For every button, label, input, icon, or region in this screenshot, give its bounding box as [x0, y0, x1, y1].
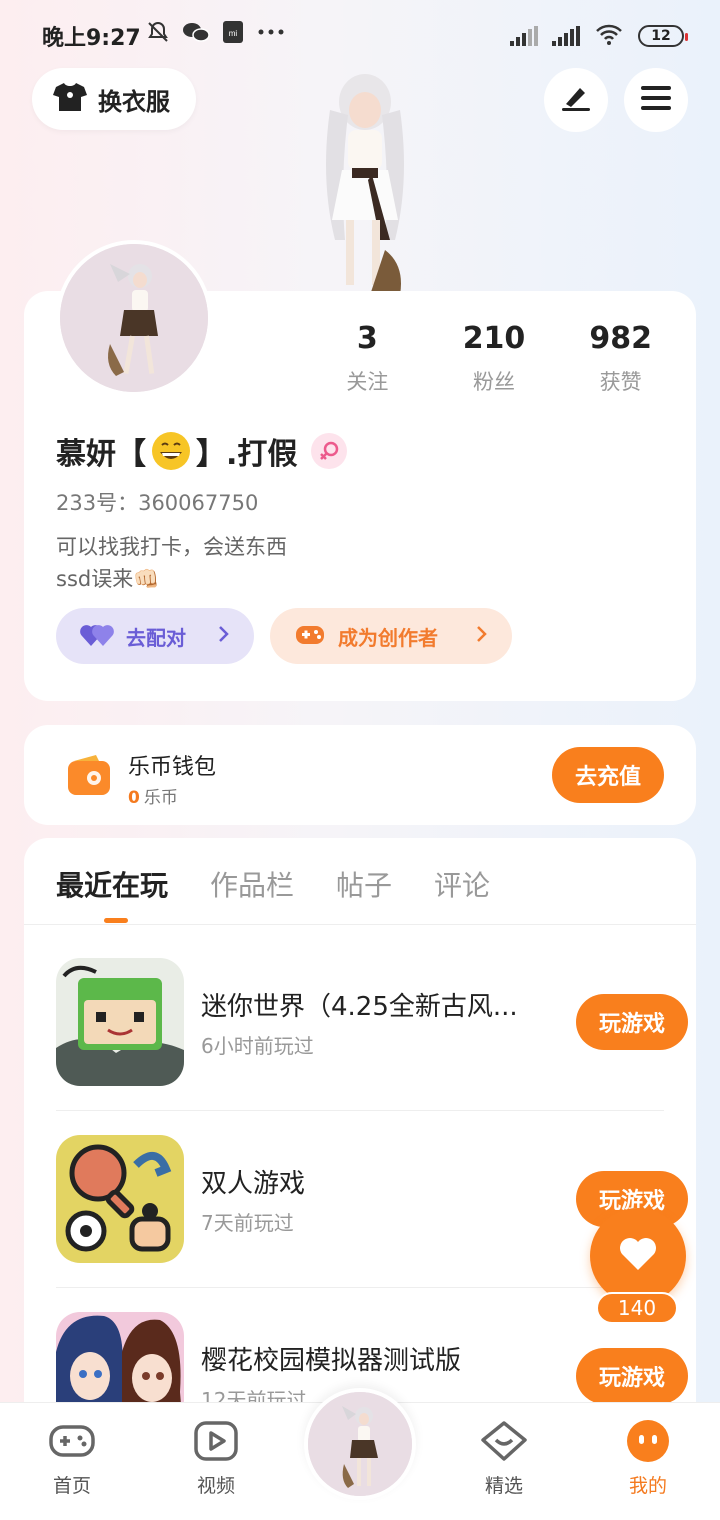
tab-recently-played[interactable]: 最近在玩: [56, 864, 168, 904]
grinning-emoji-icon: [152, 432, 190, 470]
svg-text:mi: mi: [229, 29, 238, 38]
wallet-balance-unit: 乐币: [143, 788, 178, 808]
play-video-icon: [192, 1419, 240, 1463]
game-title: 迷你世界（4.25全新古风...: [201, 992, 518, 1022]
status-bar: 晚上9:27 mi 12: [0, 0, 720, 70]
nav-label: 我的: [628, 1475, 667, 1497]
nav-mine[interactable]: 我的: [600, 1419, 696, 1498]
chevron-right-icon: [476, 624, 488, 649]
game-title: 双人游戏: [201, 1169, 306, 1199]
edit-profile-button[interactable]: [544, 68, 608, 132]
nav-label: 首页: [52, 1475, 91, 1497]
go-pair-button[interactable]: 去配对: [56, 608, 254, 664]
change-outfit-label: 换衣服: [98, 87, 170, 116]
wifi-icon: [594, 22, 624, 50]
stat-label: 获赞: [599, 370, 642, 394]
two-player-game-icon: [56, 1135, 184, 1263]
wallet-card[interactable]: 乐币钱包 0 乐币 去充值: [24, 725, 696, 825]
divider: [56, 1110, 664, 1111]
signal-icon: [552, 26, 580, 46]
wechat-icon: [182, 20, 210, 49]
stat-value: 210: [462, 321, 526, 356]
nav-center-avatar[interactable]: [304, 1388, 416, 1500]
nav-label: 精选: [484, 1475, 523, 1497]
stat-followers[interactable]: 210 粉丝: [431, 321, 558, 396]
stat-following[interactable]: 3 关注: [304, 321, 431, 396]
hamburger-menu-icon: [640, 85, 672, 115]
bio: 可以找我打卡，会送东西 ssd误来👊🏻: [56, 531, 287, 595]
wallet-balance-value: 0: [128, 788, 140, 808]
heart-icon: [618, 1236, 658, 1276]
avatar-character-image[interactable]: [290, 70, 440, 295]
play-game-button[interactable]: 玩游戏: [576, 994, 688, 1050]
stat-label: 粉丝: [473, 370, 515, 394]
game-title: 樱花校园模拟器测试版: [201, 1346, 462, 1376]
profile-stats: 3 关注 210 粉丝 982 获赞: [304, 321, 684, 396]
status-time: 晚上9:27: [42, 26, 141, 51]
wallet-balance: 0 乐币: [128, 783, 178, 808]
divider: [56, 1287, 664, 1288]
battery-indicator: 12: [638, 25, 688, 47]
shirt-icon: [52, 81, 88, 117]
divider: [24, 924, 696, 925]
become-creator-button[interactable]: 成为创作者: [270, 608, 512, 664]
tab-works[interactable]: 作品栏: [210, 864, 294, 904]
game-list-item[interactable]: 迷你世界（4.25全新古风... 6小时前玩过 玩游戏: [56, 956, 688, 1132]
menu-button[interactable]: [624, 68, 688, 132]
play-game-button[interactable]: 玩游戏: [576, 1348, 688, 1404]
go-pair-label: 去配对: [126, 625, 186, 650]
gamepad-icon: [48, 1419, 96, 1463]
bell-off-icon: [146, 20, 170, 49]
signal-icon: [510, 26, 538, 46]
active-tab-indicator: [104, 918, 128, 923]
heart-pair-icon: [80, 620, 114, 653]
recharge-button[interactable]: 去充值: [552, 747, 664, 803]
stat-label: 关注: [346, 370, 389, 394]
wallet-icon: [66, 753, 112, 797]
nav-featured[interactable]: 精选: [456, 1419, 552, 1498]
nickname-prefix: 慕妍【: [56, 437, 146, 472]
stat-value: 982: [589, 321, 652, 356]
female-gender-icon: [311, 433, 348, 469]
wallet-title: 乐币钱包: [128, 755, 217, 780]
become-creator-label: 成为创作者: [338, 625, 438, 650]
nav-home[interactable]: 首页: [24, 1419, 120, 1498]
avatar[interactable]: [56, 240, 212, 396]
content-tabs: 最近在玩 作品栏 帖子 评论: [56, 864, 490, 904]
like-count-badge: 140: [596, 1292, 678, 1324]
user-id: 233号：360067750: [56, 491, 259, 515]
like-floating-button[interactable]: [590, 1208, 686, 1304]
game-list-item[interactable]: 双人游戏 7天前玩过 玩游戏: [56, 1133, 688, 1309]
change-outfit-button[interactable]: 换衣服: [32, 68, 196, 130]
diamond-heart-icon: [480, 1419, 528, 1463]
mi-icon: mi: [222, 20, 244, 49]
nav-video[interactable]: 视频: [168, 1419, 264, 1498]
nickname-suffix: 】.打假: [196, 437, 298, 472]
mini-world-game-icon: [56, 958, 184, 1086]
game-last-played: 7天前玩过: [201, 1211, 294, 1235]
edit-icon: [560, 84, 592, 116]
stat-value: 3: [356, 321, 378, 356]
bio-line: ssd误来👊🏻: [56, 567, 160, 591]
stat-likes[interactable]: 982 获赞: [557, 321, 684, 396]
nav-label: 视频: [196, 1475, 235, 1497]
mine-face-icon: [624, 1419, 672, 1463]
tab-posts[interactable]: 帖子: [336, 864, 392, 904]
gamepad-icon: [294, 620, 326, 653]
tab-comments[interactable]: 评论: [434, 864, 490, 904]
more-icon: [256, 20, 286, 49]
game-last-played: 6小时前玩过: [201, 1034, 314, 1058]
bio-line: 可以找我打卡，会送东西: [56, 535, 287, 559]
nickname-row: 慕妍【 】.打假: [56, 429, 348, 473]
chevron-right-icon: [218, 624, 230, 649]
